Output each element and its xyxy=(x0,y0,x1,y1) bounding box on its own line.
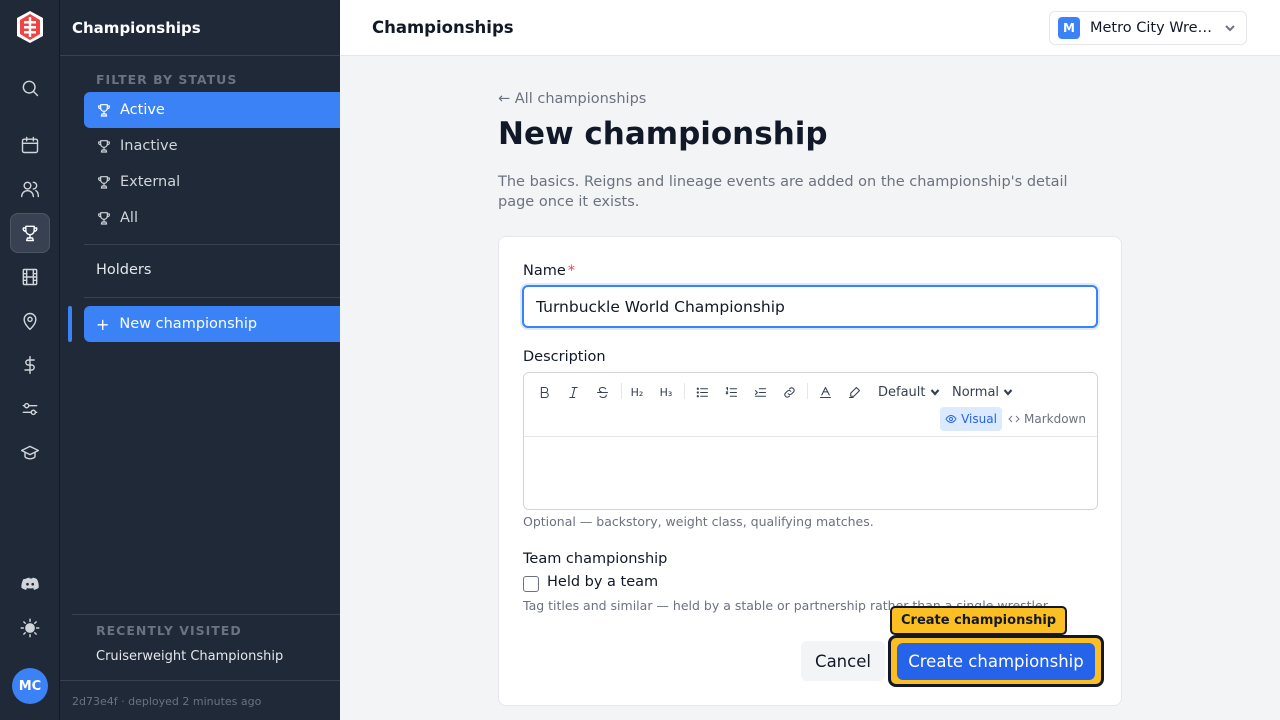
italic-icon[interactable] xyxy=(561,381,585,403)
championships-sidebar: Championships FILTER BY STATUS Active In… xyxy=(60,0,340,720)
bullet-list-icon[interactable] xyxy=(690,381,714,403)
toolbar-separator xyxy=(621,383,622,399)
trophy-icon[interactable] xyxy=(10,213,50,253)
active-indicator xyxy=(68,306,72,342)
sidebar-divider xyxy=(60,680,340,681)
championship-form: Name* Description H₂ H₃ xyxy=(498,236,1122,706)
sun-icon[interactable] xyxy=(10,608,50,648)
filter-item-external[interactable]: External xyxy=(84,164,340,200)
team-label: Team championship xyxy=(523,551,668,567)
film-icon[interactable] xyxy=(10,257,50,297)
toolbar-separator xyxy=(684,383,685,399)
trophy-icon xyxy=(98,104,110,117)
heading2-icon[interactable]: H₂ xyxy=(625,381,649,403)
team-checkbox-label[interactable]: Held by a team xyxy=(547,574,658,590)
filter-section-label: FILTER BY STATUS xyxy=(96,72,238,87)
text-color-icon[interactable] xyxy=(813,381,837,403)
sidebar-item-holders[interactable]: Holders xyxy=(96,262,151,278)
filter-item-inactive[interactable]: Inactive xyxy=(84,128,340,164)
filter-item-all[interactable]: All xyxy=(84,200,340,236)
sidebar-title: Championships xyxy=(72,19,201,37)
font-size-value: Normal xyxy=(952,384,1000,400)
markdown-mode-button[interactable]: Markdown xyxy=(1008,407,1086,431)
page-title: New championship xyxy=(498,116,828,152)
page-description: The basics. Reigns and lineage events ar… xyxy=(498,174,1068,210)
create-button-tooltip: Create championship xyxy=(890,606,1068,635)
calendar-icon[interactable] xyxy=(10,125,50,165)
name-label: Name * xyxy=(523,263,575,279)
search-icon[interactable] xyxy=(10,68,50,108)
filter-item-active[interactable]: Active xyxy=(84,92,340,128)
visual-mode-button[interactable]: Visual xyxy=(940,407,1002,431)
trophy-icon xyxy=(98,140,110,153)
filter-item-label: Active xyxy=(120,102,165,118)
description-hint: Optional — backstory, weight class, qual… xyxy=(523,514,874,529)
chevron-down-icon xyxy=(930,389,939,396)
chevron-down-icon xyxy=(1225,25,1235,32)
indent-icon[interactable] xyxy=(748,381,772,403)
numbered-list-icon[interactable] xyxy=(719,381,743,403)
discord-icon[interactable] xyxy=(10,564,50,604)
name-label-text: Name xyxy=(523,263,566,279)
description-label: Description xyxy=(523,349,606,365)
required-mark: * xyxy=(567,263,576,279)
link-icon[interactable] xyxy=(777,381,801,403)
filter-item-label: Inactive xyxy=(120,138,178,154)
dollar-icon[interactable] xyxy=(10,345,50,385)
trophy-icon xyxy=(98,176,110,189)
trophy-icon xyxy=(98,212,110,225)
user-avatar[interactable]: MC xyxy=(12,668,48,704)
strikethrough-icon[interactable] xyxy=(590,381,614,403)
deploy-info: 2d73e4f · deployed 2 minutes ago xyxy=(72,695,262,708)
description-editor: H₂ H₃ Default Normal Visual Markdown xyxy=(523,372,1098,510)
org-name: Metro City Wrestling xyxy=(1090,20,1216,36)
font-size-select[interactable]: Normal xyxy=(952,381,1013,403)
highlighter-icon[interactable] xyxy=(842,381,866,403)
code-icon xyxy=(1008,415,1020,423)
font-family-value: Default xyxy=(878,384,926,400)
app-logo-icon[interactable] xyxy=(15,10,45,44)
sidebar-divider xyxy=(60,55,340,56)
back-link[interactable]: ← All championships xyxy=(498,91,646,107)
graduation-cap-icon[interactable] xyxy=(10,433,50,473)
team-checkbox[interactable] xyxy=(523,576,539,592)
sidebar-divider xyxy=(72,614,340,615)
toolbar-separator xyxy=(807,383,808,399)
plus-icon: + xyxy=(96,314,110,334)
new-championship-button[interactable]: + New championship xyxy=(84,306,340,342)
sidebar-divider xyxy=(84,297,340,298)
users-icon[interactable] xyxy=(10,169,50,209)
map-pin-icon[interactable] xyxy=(10,301,50,341)
new-championship-label: New championship xyxy=(119,316,258,332)
icon-rail: MC xyxy=(0,0,60,720)
eye-icon xyxy=(945,415,957,423)
markdown-mode-label: Markdown xyxy=(1024,412,1086,426)
create-championship-button[interactable]: Create championship xyxy=(897,643,1095,680)
filter-item-label: External xyxy=(120,174,181,190)
cancel-button[interactable]: Cancel xyxy=(801,641,885,681)
name-input[interactable] xyxy=(522,285,1098,328)
org-badge: M xyxy=(1058,17,1080,39)
heading3-icon[interactable]: H₃ xyxy=(654,381,678,403)
sliders-icon[interactable] xyxy=(10,389,50,429)
top-bar: Championships M Metro City Wrestling xyxy=(340,0,1280,56)
chevron-down-icon xyxy=(1003,389,1013,396)
recent-section-label: RECENTLY VISITED xyxy=(96,623,242,638)
visual-mode-label: Visual xyxy=(961,412,997,426)
create-button-highlight: Create championship xyxy=(888,635,1104,687)
bold-icon[interactable] xyxy=(532,381,556,403)
editor-toolbar: H₂ H₃ Default Normal Visual Markdown xyxy=(524,373,1097,437)
filter-item-label: All xyxy=(120,210,138,226)
font-family-select[interactable]: Default xyxy=(878,381,940,403)
sidebar-divider xyxy=(84,244,340,245)
page-header-title: Championships xyxy=(372,18,514,37)
org-switcher[interactable]: M Metro City Wrestling xyxy=(1049,11,1247,45)
description-editor-area[interactable] xyxy=(524,437,1097,509)
recent-item[interactable]: Cruiserweight Championship xyxy=(96,649,283,664)
